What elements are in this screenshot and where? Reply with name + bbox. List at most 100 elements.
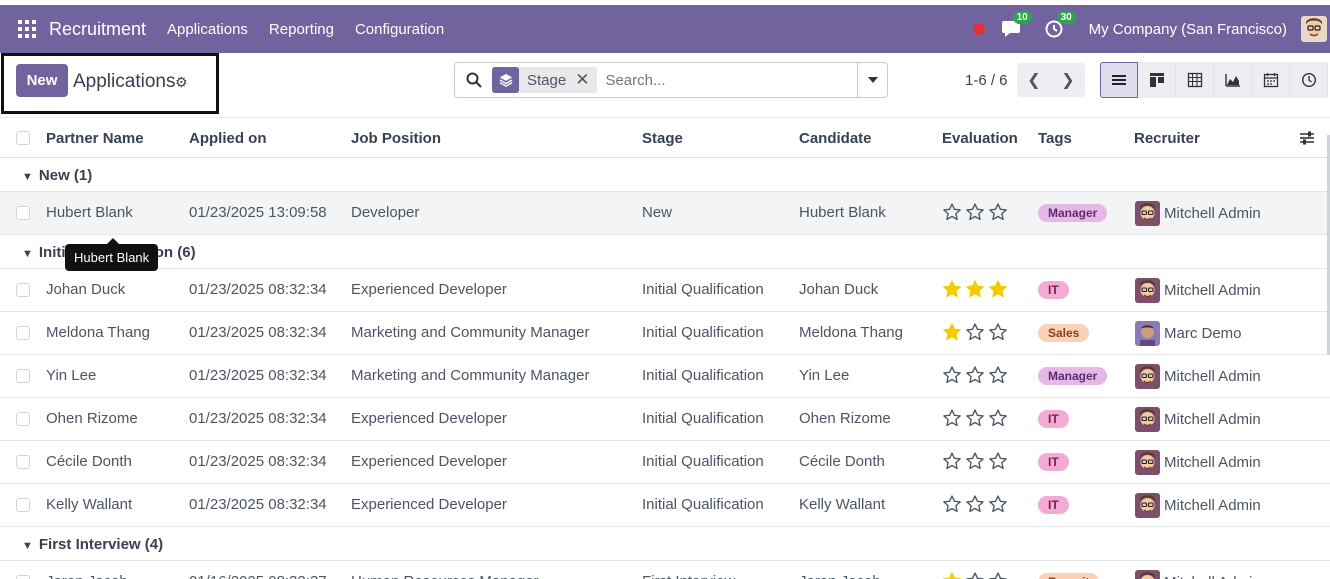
table-row[interactable]: Jaren Jacob 01/16/2025 08:32:37 Human Reso… bbox=[0, 561, 1330, 579]
col-recruiter[interactable]: Recruiter bbox=[1134, 130, 1200, 147]
col-job-position[interactable]: Job Position bbox=[351, 130, 441, 147]
cell-stage: Initial Qualification bbox=[642, 496, 764, 513]
search-facet-stage[interactable]: Stage ✕ bbox=[492, 67, 598, 93]
list-view-button[interactable] bbox=[1100, 62, 1138, 98]
row-checkbox[interactable] bbox=[16, 326, 30, 340]
col-stage[interactable]: Stage bbox=[642, 130, 683, 147]
activities-count-badge: 30 bbox=[1056, 11, 1076, 24]
table-row[interactable]: Johan Duck 01/23/2025 08:32:34 Experienced… bbox=[0, 269, 1330, 312]
caret-down-icon: ▼ bbox=[22, 171, 33, 183]
cell-recruiter: Mitchell Admin bbox=[1164, 282, 1261, 299]
cell-partner-name: Jaren Jacob bbox=[46, 573, 128, 579]
table-row[interactable]: Meldona Thang 01/23/2025 08:32:34 Marketin… bbox=[0, 312, 1330, 355]
row-checkbox[interactable] bbox=[16, 498, 30, 512]
group-label: ▼ New (1) bbox=[22, 167, 92, 184]
cell-partner-name: Yin Lee bbox=[46, 367, 97, 384]
tag-badge: IT bbox=[1038, 453, 1069, 471]
view-switcher bbox=[1100, 62, 1328, 98]
remove-facet-icon[interactable]: ✕ bbox=[575, 70, 589, 90]
cell-candidate: Ohen Rizome bbox=[799, 410, 891, 427]
page-title: Applications bbox=[73, 71, 176, 92]
messages-icon[interactable]: 10 bbox=[1001, 11, 1032, 39]
pager-value[interactable]: 1-6 / 6 bbox=[965, 72, 1008, 89]
evaluation-stars[interactable] bbox=[942, 408, 1008, 428]
user-avatar[interactable] bbox=[1301, 16, 1327, 42]
tag-badge: Sales bbox=[1038, 324, 1090, 342]
chevron-right-icon: ❯ bbox=[1061, 72, 1075, 89]
activities-clock-icon[interactable]: 30 bbox=[1045, 11, 1076, 39]
search-bar[interactable]: Stage ✕ bbox=[454, 62, 888, 98]
status-dot-icon[interactable] bbox=[972, 23, 985, 35]
cell-applied-on: 01/23/2025 13:09:58 bbox=[189, 204, 327, 221]
table-body: ▼ New (1) Hubert Blank 01/23/2025 13:09:58 D… bbox=[0, 158, 1330, 579]
evaluation-stars[interactable] bbox=[942, 571, 1008, 579]
cell-applied-on: 01/23/2025 08:32:34 bbox=[189, 410, 327, 427]
col-candidate[interactable]: Candidate bbox=[799, 130, 872, 147]
pivot-view-button[interactable] bbox=[1176, 62, 1214, 98]
evaluation-stars[interactable] bbox=[942, 202, 1008, 222]
table-row[interactable]: Yin Lee 01/23/2025 08:32:34 Marketing and … bbox=[0, 355, 1330, 398]
company-switcher[interactable]: My Company (San Francisco) bbox=[1089, 21, 1287, 38]
table-row[interactable]: Hubert Blank 01/23/2025 13:09:58 Developer… bbox=[0, 192, 1330, 235]
gear-icon[interactable]: ⚙ bbox=[175, 74, 188, 91]
pager-previous-button[interactable]: ❮ bbox=[1017, 63, 1051, 97]
cell-applied-on: 01/23/2025 08:32:34 bbox=[189, 281, 327, 298]
apps-menu-icon[interactable] bbox=[18, 20, 36, 38]
row-checkbox[interactable] bbox=[16, 369, 30, 383]
menu-configuration[interactable]: Configuration bbox=[355, 21, 444, 38]
cell-candidate: Yin Lee bbox=[799, 367, 850, 384]
evaluation-stars[interactable] bbox=[942, 279, 1008, 299]
group-label-text: First Interview (4) bbox=[38, 536, 164, 553]
cell-recruiter: Mitchell Admin bbox=[1164, 454, 1261, 471]
cell-job-position: Experienced Developer bbox=[351, 496, 507, 513]
menu-reporting[interactable]: Reporting bbox=[269, 21, 334, 38]
col-applied-on[interactable]: Applied on bbox=[189, 130, 267, 147]
group-header[interactable]: ▼Initial Qualification (6) bbox=[0, 235, 1330, 269]
area-chart-icon bbox=[1224, 74, 1240, 87]
menu-applications[interactable]: Applications bbox=[167, 21, 248, 38]
clock-icon bbox=[1301, 72, 1316, 88]
cell-recruiter: Mitchell Admin bbox=[1164, 497, 1261, 514]
kanban-view-button[interactable] bbox=[1138, 62, 1176, 98]
table-row[interactable]: Cécile Donth 01/23/2025 08:32:34 Experienc… bbox=[0, 441, 1330, 484]
pager-next-button[interactable]: ❯ bbox=[1051, 63, 1085, 97]
table-row[interactable]: Ohen Rizome 01/23/2025 08:32:34 Experience… bbox=[0, 398, 1330, 441]
select-all-checkbox[interactable] bbox=[16, 131, 30, 145]
search-icon[interactable] bbox=[466, 72, 482, 88]
evaluation-stars[interactable] bbox=[942, 451, 1008, 471]
activity-view-button[interactable] bbox=[1290, 62, 1328, 98]
graph-view-button[interactable] bbox=[1214, 62, 1252, 98]
recruiter-avatar bbox=[1135, 321, 1160, 346]
evaluation-stars[interactable] bbox=[942, 365, 1008, 385]
cell-recruiter: Mitchell Admin bbox=[1164, 574, 1261, 579]
row-checkbox[interactable] bbox=[16, 283, 30, 297]
search-input[interactable] bbox=[605, 71, 856, 89]
row-checkbox[interactable] bbox=[16, 575, 30, 579]
row-checkbox[interactable] bbox=[16, 412, 30, 426]
recruiter-avatar bbox=[1135, 407, 1160, 432]
cell-partner-name: Cécile Donth bbox=[46, 453, 132, 470]
recruiter-avatar bbox=[1135, 201, 1160, 226]
new-button[interactable]: New bbox=[16, 64, 68, 97]
row-checkbox[interactable] bbox=[16, 455, 30, 469]
evaluation-stars[interactable] bbox=[942, 322, 1008, 342]
caret-down-icon bbox=[867, 77, 878, 83]
evaluation-stars[interactable] bbox=[942, 494, 1008, 514]
app-title[interactable]: Recruitment bbox=[49, 19, 146, 40]
group-header[interactable]: ▼ New (1) bbox=[0, 158, 1330, 192]
table-row[interactable]: Kelly Wallant 01/23/2025 08:32:34 Experien… bbox=[0, 484, 1330, 527]
cell-stage: Initial Qualification bbox=[642, 281, 764, 298]
facet-label: Stage bbox=[527, 71, 567, 89]
row-checkbox[interactable] bbox=[16, 206, 30, 220]
col-partner-name[interactable]: Partner Name bbox=[46, 130, 144, 147]
col-evaluation[interactable]: Evaluation bbox=[942, 130, 1018, 147]
search-options-toggle[interactable] bbox=[857, 63, 887, 97]
caret-down-icon: ▼ bbox=[22, 248, 33, 260]
col-tags[interactable]: Tags bbox=[1038, 130, 1072, 147]
optional-columns-icon[interactable] bbox=[1299, 130, 1315, 146]
group-header[interactable]: ▼ First Interview (4) bbox=[0, 527, 1330, 561]
applications-list: Partner Name Applied on Job Position Sta… bbox=[0, 117, 1330, 579]
group-label: ▼ First Interview (4) bbox=[22, 536, 163, 553]
calendar-view-button[interactable] bbox=[1252, 62, 1290, 98]
cell-partner-name: Hubert Blank bbox=[46, 204, 133, 221]
